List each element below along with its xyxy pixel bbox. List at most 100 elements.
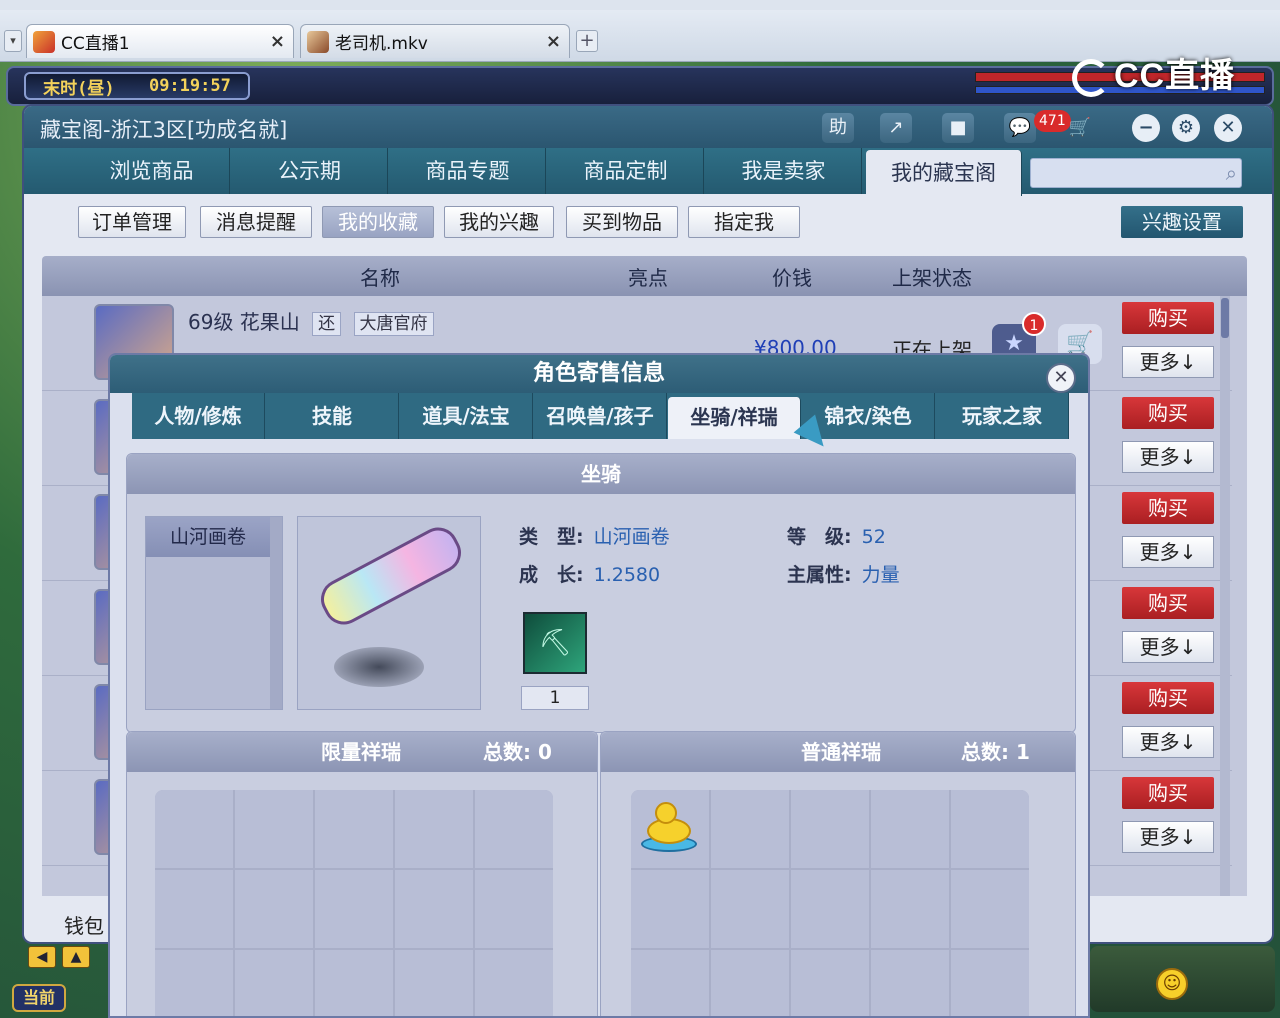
more-button[interactable]: 更多↓	[1122, 346, 1214, 378]
grid-cell[interactable]	[871, 950, 949, 1016]
buy-button[interactable]: 购买	[1122, 302, 1214, 334]
channel-current[interactable]: 当前	[12, 984, 66, 1012]
grid-cell[interactable]	[475, 790, 553, 868]
mount-list-item[interactable]: 山河画卷	[146, 517, 270, 557]
buy-button[interactable]: 购买	[1122, 492, 1214, 524]
hud-up-arrow-icon[interactable]: ▲	[62, 946, 90, 968]
settings-gear-icon[interactable]: ⚙	[1172, 114, 1200, 142]
grid-cell[interactable]	[951, 950, 1029, 1016]
nav-topics[interactable]: 商品专题	[390, 148, 546, 194]
normal-header: 普通祥瑞 总数: 1	[601, 732, 1075, 772]
limited-auspicious-panel: 限量祥瑞 总数: 0	[126, 731, 598, 1016]
dialog-tabs: 人物/修炼 技能 道具/法宝 召唤兽/孩子 坐骑/祥瑞 锦衣/染色 玩家之家	[132, 393, 1069, 439]
stop-icon[interactable]: ■	[942, 113, 974, 143]
grid-cell[interactable]	[631, 790, 709, 868]
subnav-purchased[interactable]: 买到物品	[566, 206, 678, 238]
painting-scroll-icon	[313, 520, 469, 632]
grid-cell[interactable]	[631, 870, 709, 948]
grid-cell[interactable]	[711, 790, 789, 868]
grid-cell[interactable]	[155, 790, 233, 868]
video-favicon-icon	[307, 30, 329, 53]
grid-cell[interactable]	[235, 950, 313, 1016]
grid-cell[interactable]	[475, 870, 553, 948]
grid-cell[interactable]	[235, 790, 313, 868]
search-input[interactable]: ⌕	[1030, 158, 1242, 188]
more-button[interactable]: 更多↓	[1122, 536, 1214, 568]
scrollbar-thumb[interactable]	[1221, 298, 1229, 338]
nav-seller[interactable]: 我是卖家	[706, 148, 862, 194]
grid-cell[interactable]	[871, 790, 949, 868]
tab-mounts[interactable]: 坐骑/祥瑞	[668, 397, 801, 439]
grid-cell[interactable]	[871, 870, 949, 948]
subnav-messages[interactable]: 消息提醒	[200, 206, 312, 238]
more-button[interactable]: 更多↓	[1122, 441, 1214, 473]
grid-cell[interactable]	[395, 950, 473, 1016]
grid-cell[interactable]	[315, 870, 393, 948]
minimize-button[interactable]: −	[1132, 114, 1160, 142]
tab-menu-button[interactable]: ▾	[4, 30, 22, 52]
browser-tab-cc-live[interactable]: CC直播1 ×	[26, 24, 294, 58]
dialog-close-button[interactable]: ✕	[1046, 363, 1076, 393]
buy-button[interactable]: 购买	[1122, 587, 1214, 619]
tab-pets[interactable]: 召唤兽/孩子	[534, 393, 667, 439]
subnav-interests[interactable]: 我的兴趣	[444, 206, 554, 238]
subnav-favorites[interactable]: 我的收藏	[322, 206, 434, 238]
grid-cell[interactable]	[315, 790, 393, 868]
grid-cell[interactable]	[235, 870, 313, 948]
nav-custom[interactable]: 商品定制	[548, 148, 704, 194]
share-icon[interactable]: ↗	[880, 113, 912, 143]
duck-head	[655, 802, 677, 824]
grid-cell[interactable]	[711, 950, 789, 1016]
nav-browse[interactable]: 浏览商品	[74, 148, 230, 194]
search-icon[interactable]: ⌕	[1226, 161, 1237, 185]
buy-button[interactable]: 购买	[1122, 682, 1214, 714]
tab-skills[interactable]: 技能	[266, 393, 399, 439]
limited-title: 限量祥瑞	[321, 740, 401, 764]
smile-icon[interactable]: ☺	[1156, 968, 1188, 1000]
close-window-button[interactable]: ✕	[1214, 114, 1242, 142]
normal-title: 普通祥瑞	[801, 740, 881, 764]
mount-list-scrollbar[interactable]	[270, 517, 282, 709]
grid-cell[interactable]	[395, 790, 473, 868]
grid-cell[interactable]	[155, 870, 233, 948]
cc-favicon-icon	[33, 30, 55, 53]
close-tab-icon[interactable]: ×	[270, 31, 285, 52]
grid-cell[interactable]	[395, 870, 473, 948]
chat-icon[interactable]: 💬	[1004, 113, 1036, 143]
buy-button[interactable]: 购买	[1122, 777, 1214, 809]
mount-skill-icon[interactable]: ⛏	[523, 612, 587, 674]
grid-cell[interactable]	[475, 950, 553, 1016]
list-scrollbar[interactable]	[1220, 296, 1230, 896]
mount-growth-label: 成 长:	[519, 564, 584, 586]
nav-public[interactable]: 公示期	[232, 148, 388, 194]
mount-shadow	[334, 647, 424, 687]
subnav-assigned[interactable]: 指定我	[688, 206, 800, 238]
hud-left-arrow-icon[interactable]: ◀	[28, 946, 56, 968]
grid-cell[interactable]	[711, 870, 789, 948]
tab-character[interactable]: 人物/修炼	[132, 393, 265, 439]
grid-cell[interactable]	[631, 950, 709, 1016]
grid-cell[interactable]	[951, 790, 1029, 868]
more-button[interactable]: 更多↓	[1122, 631, 1214, 663]
more-button[interactable]: 更多↓	[1122, 726, 1214, 758]
grid-cell[interactable]	[791, 950, 869, 1016]
nav-my-treasure[interactable]: 我的藏宝阁	[866, 150, 1022, 196]
grid-cell[interactable]	[791, 790, 869, 868]
grid-cell[interactable]	[791, 870, 869, 948]
buy-button[interactable]: 购买	[1122, 397, 1214, 429]
tab-items[interactable]: 道具/法宝	[400, 393, 533, 439]
cart-icon[interactable]: 🛒	[1064, 113, 1096, 143]
limited-count-value: 0	[537, 740, 552, 764]
grid-cell[interactable]	[155, 950, 233, 1016]
subnav-orders[interactable]: 订单管理	[78, 206, 186, 238]
help-button[interactable]: 助	[822, 113, 854, 143]
grid-cell[interactable]	[951, 870, 1029, 948]
interest-settings-button[interactable]: 兴趣设置	[1121, 206, 1243, 238]
tab-home[interactable]: 玩家之家	[936, 393, 1069, 439]
browser-tab-video[interactable]: 老司机.mkv ×	[300, 24, 570, 58]
new-tab-button[interactable]: +	[576, 30, 598, 52]
grid-cell[interactable]	[315, 950, 393, 1016]
limited-header: 限量祥瑞 总数: 0	[127, 732, 597, 772]
close-tab-icon[interactable]: ×	[546, 31, 561, 52]
more-button[interactable]: 更多↓	[1122, 821, 1214, 853]
